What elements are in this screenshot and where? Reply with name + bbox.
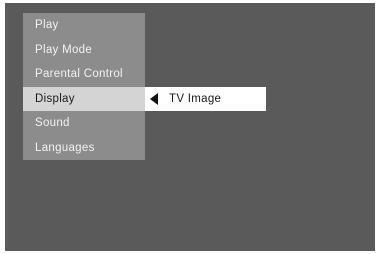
- menu-item-display[interactable]: Display: [23, 86, 145, 111]
- menu-item-sound[interactable]: Sound: [23, 111, 145, 136]
- menu-item-play[interactable]: Play: [23, 13, 145, 38]
- menu-item-parental-control[interactable]: Parental Control: [23, 62, 145, 87]
- left-triangle-arrow-icon: [150, 93, 158, 105]
- menu-item-languages[interactable]: Languages: [23, 136, 145, 161]
- submenu-item-tv-image[interactable]: TV Image: [145, 87, 266, 111]
- setup-menu: Play Play Mode Parental Control Display …: [23, 13, 145, 160]
- tv-screen: Play Play Mode Parental Control Display …: [5, 3, 375, 251]
- submenu-label: TV Image: [169, 93, 222, 105]
- menu-item-play-mode[interactable]: Play Mode: [23, 38, 145, 63]
